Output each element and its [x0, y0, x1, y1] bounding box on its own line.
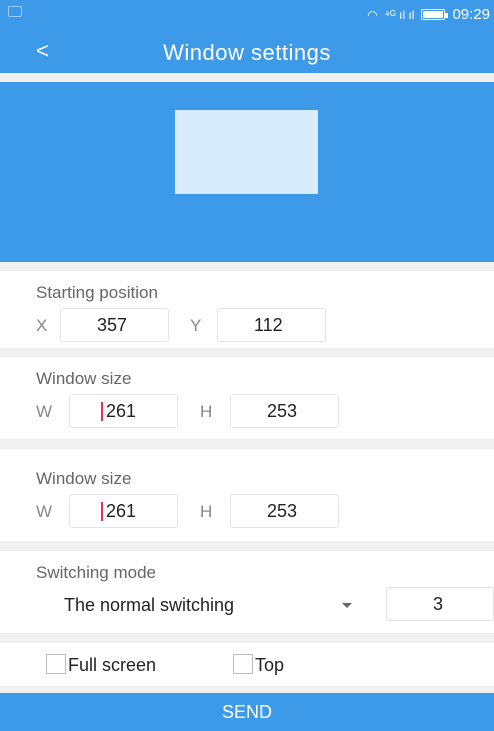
- wifi-icon: ◠: [367, 7, 378, 22]
- width-value: 261: [106, 401, 137, 421]
- width-input[interactable]: 261: [69, 494, 178, 528]
- status-icons: ◠ ⁴ᴳ ıl ıl 09:29: [367, 6, 490, 23]
- divider: [0, 348, 494, 357]
- w-label: W: [36, 402, 53, 421]
- signal-icon: ⁴ᴳ ıl ıl: [384, 7, 415, 22]
- switching-mode-select[interactable]: The normal switching: [64, 595, 234, 616]
- x-input[interactable]: 357: [60, 308, 169, 342]
- h-label: H: [200, 402, 213, 421]
- status-bar: ◠ ⁴ᴳ ıl ıl 09:29: [0, 0, 494, 30]
- switch-count-input[interactable]: 3: [386, 587, 494, 621]
- y-label: Y: [190, 316, 202, 335]
- section-label: Switching mode: [36, 563, 157, 582]
- divider: [0, 262, 494, 271]
- window-size-section: Window size W 261 H 253: [0, 357, 494, 439]
- section-label: Window size: [36, 469, 132, 488]
- status-time: 09:29: [452, 6, 490, 23]
- chevron-down-icon[interactable]: [342, 603, 352, 608]
- page-title: Window settings: [163, 40, 331, 65]
- h-label: H: [200, 502, 213, 521]
- divider: [0, 541, 494, 551]
- preview-window[interactable]: [175, 110, 318, 194]
- divider: [0, 73, 494, 82]
- options-section: Full screen Top: [0, 643, 494, 686]
- height-input[interactable]: 253: [230, 494, 339, 528]
- send-button[interactable]: SEND: [0, 693, 494, 731]
- top-checkbox[interactable]: [233, 654, 253, 674]
- window-preview: [0, 82, 494, 262]
- width-input[interactable]: 261: [69, 394, 178, 428]
- x-label: X: [36, 316, 48, 335]
- battery-icon: [421, 9, 449, 20]
- top-label: Top: [255, 655, 285, 675]
- divider: [0, 633, 494, 643]
- w-label: W: [36, 502, 53, 521]
- sim-notification-icon: [8, 6, 22, 17]
- switching-mode-section: Switching mode The normal switching 3: [0, 551, 494, 633]
- window-size-section: Window size W 261 H 253: [0, 449, 494, 541]
- section-label: Window size: [36, 369, 132, 388]
- width-value: 261: [106, 501, 137, 521]
- app-header: < Window settings: [0, 30, 494, 73]
- height-input[interactable]: 253: [230, 394, 339, 428]
- full-screen-checkbox[interactable]: [46, 654, 66, 674]
- divider: [0, 686, 494, 693]
- divider: [0, 439, 494, 449]
- text-cursor: [101, 502, 103, 521]
- full-screen-label: Full screen: [68, 655, 157, 675]
- section-label: Starting position: [36, 283, 158, 302]
- y-input[interactable]: 112: [217, 308, 326, 342]
- starting-position-section: Starting position X 357 Y 112: [0, 271, 494, 348]
- text-cursor: [101, 402, 103, 421]
